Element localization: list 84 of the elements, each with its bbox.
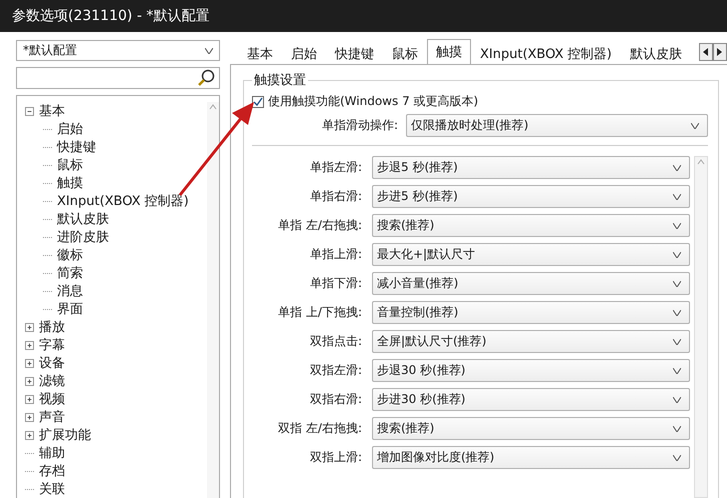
tree-item[interactable]: 启始 bbox=[57, 120, 83, 138]
expand-icon[interactable] bbox=[25, 358, 34, 368]
tree-item[interactable]: 进阶皮肤 bbox=[57, 228, 109, 246]
tab[interactable]: 启始 bbox=[282, 42, 326, 64]
dropdown[interactable]: 步进5 秒(推荐) bbox=[372, 185, 690, 208]
tree-item[interactable]: 声音 bbox=[39, 408, 65, 426]
tree-item[interactable]: 字幕 bbox=[39, 336, 65, 354]
caret-icon bbox=[673, 368, 681, 374]
dropdown[interactable]: 仅限播放时处理(推荐) bbox=[406, 114, 708, 137]
tree-item[interactable]: 视频 bbox=[39, 390, 65, 408]
expand-icon[interactable] bbox=[25, 376, 34, 386]
caret-icon bbox=[691, 122, 699, 128]
expand-icon[interactable] bbox=[25, 412, 34, 422]
tab[interactable]: 默认皮肤 bbox=[620, 42, 691, 64]
tab[interactable]: 鼠标 bbox=[383, 42, 427, 64]
scroll-left-icon[interactable] bbox=[699, 43, 713, 61]
field-label: 单指滑动操作: bbox=[322, 117, 398, 134]
expand-icon[interactable] bbox=[25, 340, 34, 350]
caret-icon bbox=[673, 164, 681, 170]
caret-icon bbox=[673, 338, 681, 344]
dropdown[interactable]: 步退30 秒(推荐) bbox=[372, 359, 690, 382]
tree-item[interactable]: 设备 bbox=[39, 354, 65, 372]
caret-icon bbox=[673, 310, 681, 316]
tree-item[interactable]: 基本 bbox=[39, 102, 65, 120]
tree-item[interactable]: 播放 bbox=[39, 318, 65, 336]
field-label: 单指 左/右拖拽: bbox=[277, 217, 362, 234]
tree-item[interactable]: 辅助 bbox=[39, 444, 65, 462]
search-field[interactable] bbox=[16, 66, 220, 89]
field-label: 双指 左/右拖拽: bbox=[277, 420, 362, 437]
field-label: 单指右滑: bbox=[308, 188, 362, 205]
field-label: 单指上滑: bbox=[308, 246, 362, 263]
caret-icon bbox=[673, 426, 681, 432]
field-label: 单指 上/下拖拽: bbox=[277, 304, 362, 321]
tree-item[interactable]: 关联 bbox=[39, 480, 65, 498]
tree-item[interactable]: 鼠标 bbox=[57, 156, 83, 174]
tree-item[interactable]: XInput(XBOX 控制器) bbox=[57, 192, 189, 210]
search-icon bbox=[197, 68, 215, 87]
caret-icon bbox=[205, 48, 213, 54]
dropdown[interactable]: 搜索(推荐) bbox=[372, 214, 690, 237]
tree-item[interactable]: 触摸 bbox=[57, 174, 83, 192]
scroll-right-icon[interactable] bbox=[713, 43, 727, 61]
tree-item[interactable]: 消息 bbox=[57, 282, 83, 300]
tree-item[interactable]: 快捷键 bbox=[57, 138, 96, 156]
field-label: 单指下滑: bbox=[308, 275, 362, 292]
dropdown[interactable]: 最大化+|默认尺寸 bbox=[372, 243, 690, 266]
field-label: 双指点击: bbox=[308, 333, 362, 350]
window-title: 参数选项(231110) - *默认配置 bbox=[12, 7, 210, 25]
field-label: 单指左滑: bbox=[308, 159, 362, 176]
collapse-icon[interactable] bbox=[25, 106, 34, 116]
dropdown[interactable]: 搜索(推荐) bbox=[372, 417, 690, 440]
scrollbar[interactable] bbox=[694, 156, 708, 498]
scrollbar[interactable] bbox=[207, 102, 219, 498]
tab[interactable]: XInput(XBOX 控制器) bbox=[471, 42, 621, 64]
tab[interactable]: 触摸 bbox=[427, 39, 471, 64]
tree-item[interactable]: 默认皮肤 bbox=[57, 210, 109, 228]
caret-icon bbox=[673, 280, 681, 286]
caret-icon bbox=[673, 252, 681, 258]
dropdown[interactable]: 步退5 秒(推荐) bbox=[372, 156, 690, 179]
tree-item[interactable]: 界面 bbox=[57, 300, 83, 318]
dropdown[interactable]: 音量控制(推荐) bbox=[372, 301, 690, 324]
tree-item[interactable]: 简索 bbox=[57, 264, 83, 282]
tree-item[interactable]: 扩展功能 bbox=[39, 426, 91, 444]
field-label: 双指上滑: bbox=[308, 449, 362, 466]
tree-item[interactable]: 存档 bbox=[39, 462, 65, 480]
caret-icon bbox=[673, 194, 681, 200]
checkbox-label: 使用触摸功能(Windows 7 或更高版本) bbox=[268, 93, 478, 110]
caret-icon bbox=[673, 454, 681, 460]
expand-icon[interactable] bbox=[25, 322, 34, 332]
group-title: 触摸设置 bbox=[253, 72, 307, 89]
expand-icon[interactable] bbox=[25, 430, 34, 440]
field-label: 双指左滑: bbox=[308, 362, 362, 379]
caret-icon bbox=[673, 396, 681, 402]
dropdown[interactable]: 步进30 秒(推荐) bbox=[372, 388, 690, 411]
dropdown[interactable]: 全屏|默认尺寸(推荐) bbox=[372, 330, 690, 353]
tree-item[interactable]: 徽标 bbox=[57, 246, 83, 264]
profile-dropdown[interactable]: *默认配置 bbox=[16, 40, 220, 61]
tab[interactable]: 基本 bbox=[238, 42, 282, 64]
caret-icon bbox=[673, 222, 681, 228]
expand-icon[interactable] bbox=[25, 394, 34, 404]
dropdown[interactable]: 增加图像对比度(推荐) bbox=[372, 446, 690, 469]
field-label: 双指右滑: bbox=[308, 391, 362, 408]
tab[interactable]: 快捷键 bbox=[326, 42, 383, 64]
dropdown[interactable]: 减小音量(推荐) bbox=[372, 272, 690, 295]
tree-item[interactable]: 滤镜 bbox=[39, 372, 65, 390]
